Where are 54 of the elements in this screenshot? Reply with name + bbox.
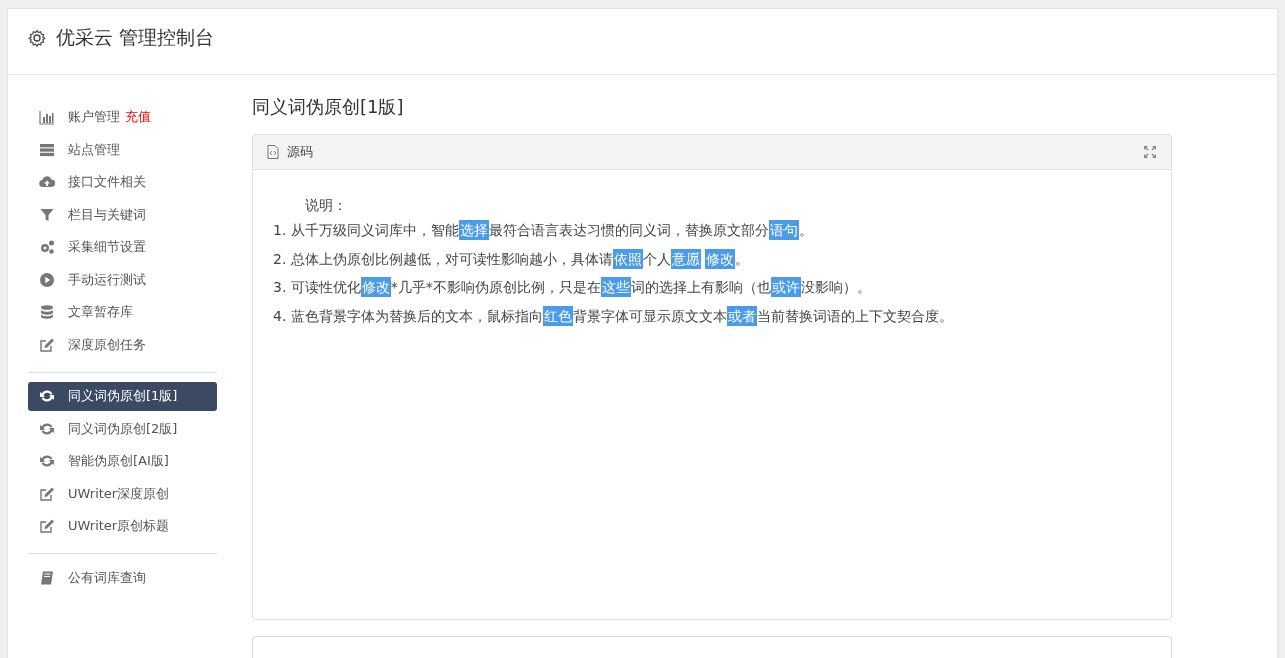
bar-chart-icon (39, 109, 55, 125)
sidebar-item-label: 接口文件相关 (68, 173, 146, 191)
refresh-icon (39, 453, 55, 469)
sidebar-item-label: UWriter原创标题 (68, 517, 170, 535)
sidebar-item[interactable]: 采集细节设置 (28, 232, 217, 262)
gears-icon (39, 239, 55, 255)
sidebar-item-label: 站点管理 (68, 140, 120, 159)
sidebar-item[interactable]: 深度原创任务 (28, 330, 217, 359)
sidebar-item-label: 手动运行测试 (68, 270, 146, 289)
expand-icon[interactable] (1143, 145, 1157, 159)
page-title: 同义词伪原创[1版] (252, 95, 405, 119)
recharge-link[interactable]: 充值 (125, 108, 151, 126)
sidebar-item[interactable]: 文章暂存库 (28, 297, 217, 327)
sidebar-item[interactable]: 接口文件相关 (28, 167, 217, 197)
sidebar-item[interactable]: UWriter深度原创 (28, 479, 217, 508)
sidebar-item-label: UWriter深度原创 (68, 484, 170, 503)
code-file-icon (267, 145, 279, 159)
sidebar-item-label: 采集细节设置 (68, 238, 146, 256)
sidebar-item-label: 深度原创任务 (68, 335, 146, 354)
sidebar-item-label: 公有词库查询 (68, 568, 146, 587)
description-line: 4. 蓝色背景字体为替换后的文本，鼠标指向 红色背景字体可显示原文文本或者当前替换词语的上下文契合度。 (273, 304, 954, 328)
book-icon (39, 569, 55, 586)
sidebar-item[interactable]: 手动运行测试 (28, 265, 217, 294)
sidebar-item[interactable]: 账户管理 充值 (28, 102, 217, 132)
sidebar-item-label: 账户管理 (68, 108, 120, 126)
cloud-upload-icon (39, 174, 55, 190)
sidebar-item[interactable]: 公有词库查询 (28, 563, 217, 592)
play-icon (39, 271, 55, 288)
database-icon (39, 304, 55, 320)
sidebar-item[interactable]: 栏目与关键词 (28, 200, 217, 229)
description-line: 3. 可读性优化修改*几乎*不影响伪原创比例，只是在这些词的选择上有影响（也或许没影响）。 (273, 276, 872, 299)
sidebar-item-label: 同义词伪原创[1版] (68, 387, 178, 405)
filter-icon (39, 206, 55, 223)
description-line: 1. 从千万级同义词库中，智能选择最符合语言表达习惯的同义词，替换原文部分语句。 (273, 219, 814, 242)
sidebar-item-label: 智能伪原创[AI版] (68, 452, 169, 470)
sidebar-item-label: 栏目与关键词 (68, 205, 146, 224)
sidebar-item[interactable]: 智能伪原创[AI版] (28, 446, 217, 476)
console-title: 优采云 管理控制台 (56, 24, 215, 50)
server-icon (39, 141, 55, 158)
sidebar-item[interactable]: UWriter原创标题 (28, 511, 217, 541)
refresh-icon (39, 420, 55, 437)
edit-icon (39, 518, 55, 534)
sidebar-item[interactable]: 同义词伪原创[1版] (28, 381, 217, 411)
sidebar-item-label: 文章暂存库 (68, 303, 133, 321)
sidebar-item-label: 同义词伪原创[2版] (68, 419, 178, 438)
description-heading: 说明： (304, 196, 348, 215)
edit-icon (39, 336, 55, 353)
sidebar-item[interactable]: 站点管理 (28, 135, 217, 164)
panel-heading: 源码 (287, 143, 313, 161)
settings-icon (28, 28, 46, 47)
edit-icon (39, 485, 55, 502)
refresh-icon (39, 388, 55, 404)
sidebar-item[interactable]: 同义词伪原创[2版] (28, 414, 217, 443)
description-line: 2. 总体上伪原创比例越低，对可读性影响越小，具体请依照个人意愿 修改。 (273, 247, 750, 271)
